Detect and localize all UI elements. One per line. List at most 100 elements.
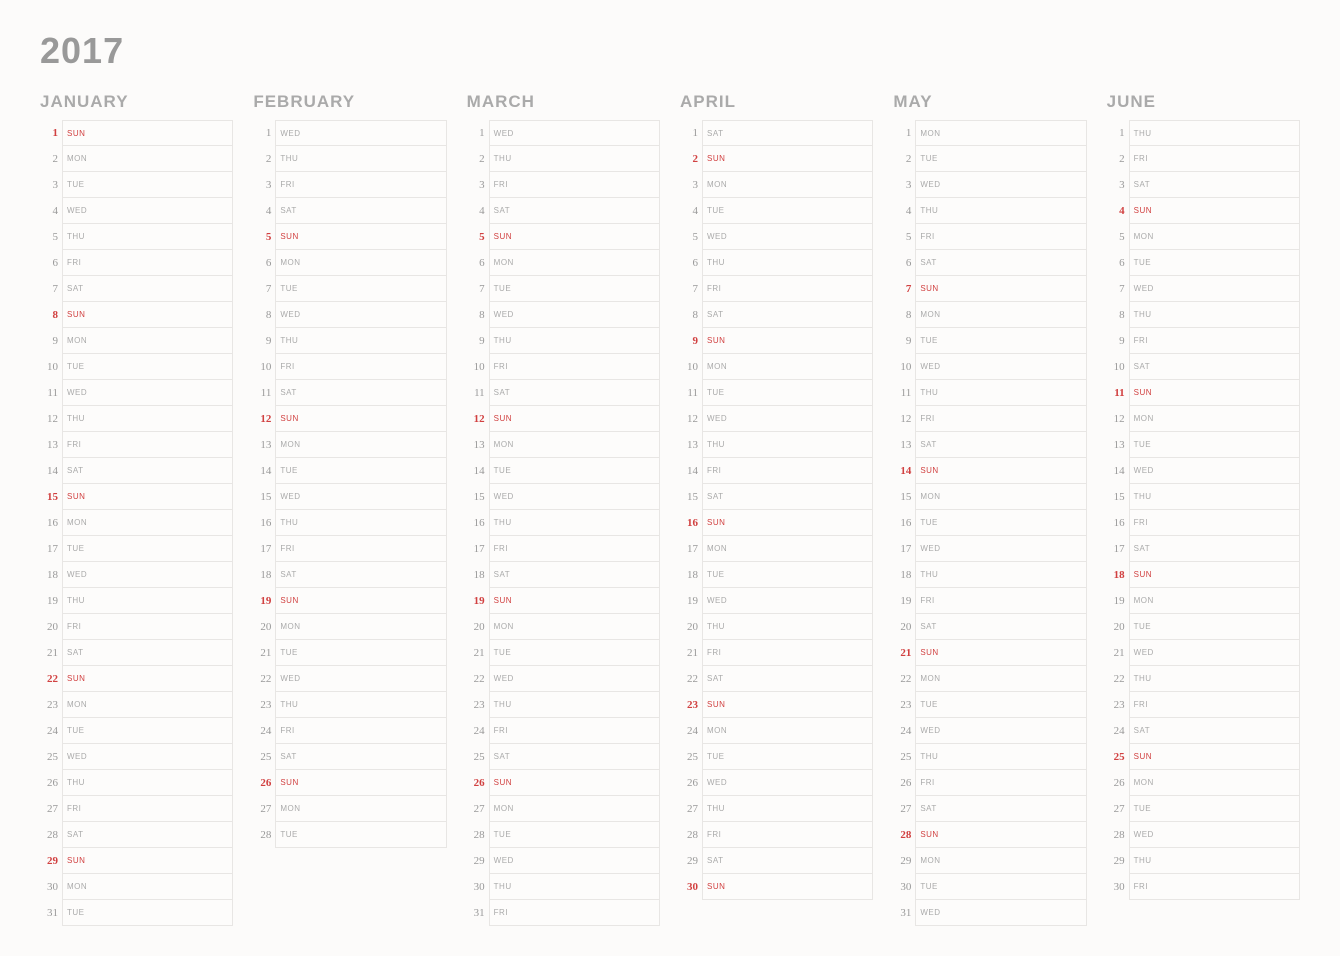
day-weekday: FRI (62, 250, 92, 276)
day-number: 18 (253, 562, 275, 588)
day-note-space (732, 224, 873, 250)
day-number: 19 (467, 588, 489, 614)
day-number: 6 (253, 250, 275, 276)
day-number: 17 (893, 536, 915, 562)
day-note-space (945, 744, 1086, 770)
day-note-space (945, 380, 1086, 406)
day-weekday: THU (62, 406, 92, 432)
day-weekday: MON (915, 666, 945, 692)
day-weekday: SUN (1129, 562, 1159, 588)
day-number: 23 (253, 692, 275, 718)
day-row: 7FRI (680, 276, 873, 302)
day-number: 30 (467, 874, 489, 900)
day-note-space (1159, 406, 1300, 432)
day-number: 17 (1107, 536, 1129, 562)
day-weekday: TUE (702, 380, 732, 406)
day-row: 12SUN (253, 406, 446, 432)
day-note-space (92, 510, 233, 536)
day-note-space (945, 718, 1086, 744)
day-note-space (732, 146, 873, 172)
day-number: 21 (893, 640, 915, 666)
day-weekday: TUE (62, 172, 92, 198)
day-number: 22 (680, 666, 702, 692)
day-row: 14SAT (40, 458, 233, 484)
day-number: 16 (40, 510, 62, 536)
day-row: 21TUE (253, 640, 446, 666)
day-number: 18 (1107, 562, 1129, 588)
day-row: 24SAT (1107, 718, 1300, 744)
day-weekday: TUE (275, 822, 305, 848)
day-row: 11THU (893, 380, 1086, 406)
day-row: 17MON (680, 536, 873, 562)
day-row: 27TUE (1107, 796, 1300, 822)
day-row: 15THU (1107, 484, 1300, 510)
day-row: 2SUN (680, 146, 873, 172)
day-weekday: TUE (702, 744, 732, 770)
day-note-space (945, 588, 1086, 614)
day-row: 4SAT (467, 198, 660, 224)
day-number: 27 (467, 796, 489, 822)
day-weekday: WED (702, 588, 732, 614)
day-weekday: THU (915, 198, 945, 224)
day-note-space (92, 120, 233, 146)
day-note-space (92, 380, 233, 406)
day-row: 26SUN (253, 770, 446, 796)
day-number: 1 (40, 120, 62, 146)
day-number: 6 (467, 250, 489, 276)
day-weekday: THU (915, 744, 945, 770)
day-weekday: TUE (275, 276, 305, 302)
day-weekday: WED (62, 562, 92, 588)
day-weekday: MON (702, 718, 732, 744)
day-number: 19 (1107, 588, 1129, 614)
day-weekday: FRI (915, 406, 945, 432)
day-number: 24 (680, 718, 702, 744)
day-row: 8MON (893, 302, 1086, 328)
day-weekday: WED (1129, 640, 1159, 666)
day-number: 25 (253, 744, 275, 770)
day-row: 12FRI (893, 406, 1086, 432)
day-row: 3FRI (467, 172, 660, 198)
day-note-space (92, 718, 233, 744)
day-weekday: TUE (489, 640, 519, 666)
day-number: 11 (1107, 380, 1129, 406)
day-row: 26MON (1107, 770, 1300, 796)
day-note-space (1159, 432, 1300, 458)
day-note-space (519, 354, 660, 380)
day-weekday: SAT (275, 562, 305, 588)
day-number: 9 (253, 328, 275, 354)
day-note-space (92, 484, 233, 510)
day-number: 18 (467, 562, 489, 588)
day-row: 9FRI (1107, 328, 1300, 354)
day-weekday: WED (489, 120, 519, 146)
day-weekday: WED (62, 198, 92, 224)
day-number: 24 (1107, 718, 1129, 744)
day-number: 20 (680, 614, 702, 640)
day-note-space (305, 484, 446, 510)
day-note-space (519, 796, 660, 822)
day-weekday: TUE (702, 562, 732, 588)
day-note-space (732, 874, 873, 900)
day-number: 28 (467, 822, 489, 848)
day-weekday: WED (702, 406, 732, 432)
day-row: 28FRI (680, 822, 873, 848)
day-row: 29SAT (680, 848, 873, 874)
day-number: 23 (467, 692, 489, 718)
day-row: 26SUN (467, 770, 660, 796)
day-row: 6MON (467, 250, 660, 276)
day-note-space (305, 172, 446, 198)
day-number: 14 (467, 458, 489, 484)
day-weekday: WED (489, 484, 519, 510)
day-row: 9THU (467, 328, 660, 354)
day-row: 6TUE (1107, 250, 1300, 276)
day-note-space (92, 250, 233, 276)
day-row: 10SAT (1107, 354, 1300, 380)
day-row: 12WED (680, 406, 873, 432)
day-note-space (1159, 276, 1300, 302)
day-note-space (92, 276, 233, 302)
day-weekday: MON (62, 692, 92, 718)
day-number: 2 (680, 146, 702, 172)
day-row: 14FRI (680, 458, 873, 484)
day-row: 13MON (467, 432, 660, 458)
day-weekday: TUE (915, 874, 945, 900)
day-row: 30MON (40, 874, 233, 900)
